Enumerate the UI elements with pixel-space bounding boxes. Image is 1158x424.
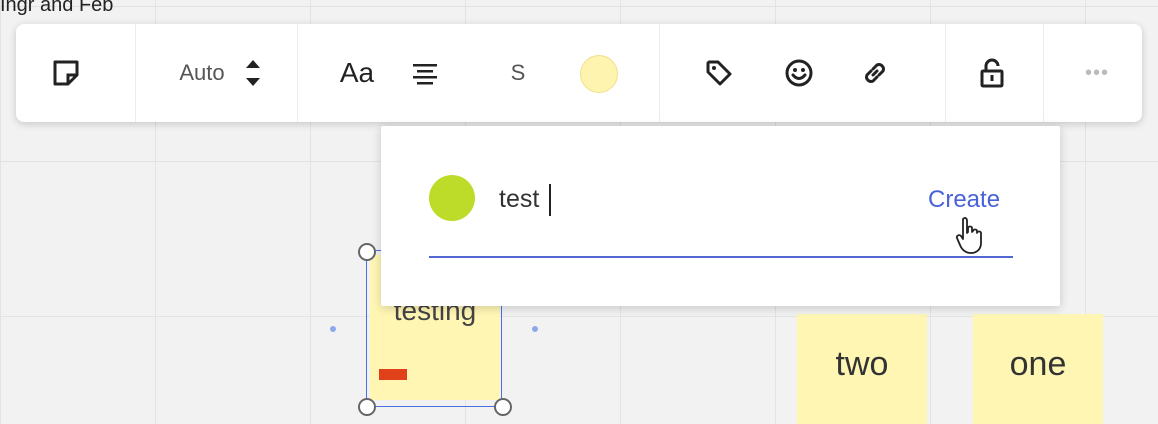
sticky-note-two[interactable]: two [797, 314, 927, 424]
color-swatch [580, 55, 618, 93]
resize-handle-bottom-left[interactable] [358, 398, 376, 416]
size-label: Auto [179, 60, 225, 85]
more-button[interactable]: ••• [1074, 50, 1120, 96]
sticky-note-icon [53, 60, 79, 86]
tag-icon [706, 60, 732, 86]
text-align-button[interactable] [401, 50, 449, 96]
size-selector[interactable]: Auto [156, 50, 286, 96]
lock-icon [980, 58, 1004, 88]
connector-dot-left[interactable] [330, 326, 336, 332]
context-toolbar: Auto Aa S ••• [16, 24, 1142, 122]
connector-dot-right[interactable] [532, 326, 538, 332]
color-picker-button[interactable] [574, 54, 624, 94]
create-tag-button[interactable]: Create [928, 186, 1000, 214]
sticky-note-text: one [1009, 344, 1067, 383]
font-button[interactable]: Aa [326, 50, 388, 96]
tag-color-button[interactable] [429, 175, 475, 221]
resize-handle-bottom-right[interactable] [494, 398, 512, 416]
text-caret [549, 184, 551, 216]
input-underline [429, 256, 1013, 258]
sticky-note-text: two [835, 344, 889, 383]
text-size-label: S [510, 60, 526, 85]
text-size-button[interactable]: S [498, 50, 538, 96]
sticky-note-shape-button[interactable] [42, 50, 90, 96]
tag-button[interactable] [696, 50, 742, 96]
tag-name-input[interactable] [499, 184, 899, 214]
emoji-icon [785, 59, 813, 87]
stepper-icon[interactable] [243, 53, 263, 93]
resize-handle-top-left[interactable] [358, 243, 376, 261]
link-icon [865, 63, 885, 83]
lock-button[interactable] [969, 50, 1015, 96]
hand-cursor-icon [955, 217, 982, 254]
emoji-button[interactable] [776, 50, 822, 96]
tag-popover: Create [381, 126, 1060, 306]
font-label: Aa [339, 57, 375, 88]
align-center-icon [413, 64, 437, 85]
link-button[interactable] [852, 50, 898, 96]
sticky-note-one[interactable]: one [973, 314, 1103, 424]
clipped-header-text: Ingr and Feb [0, 0, 114, 16]
more-icon: ••• [1084, 61, 1109, 84]
